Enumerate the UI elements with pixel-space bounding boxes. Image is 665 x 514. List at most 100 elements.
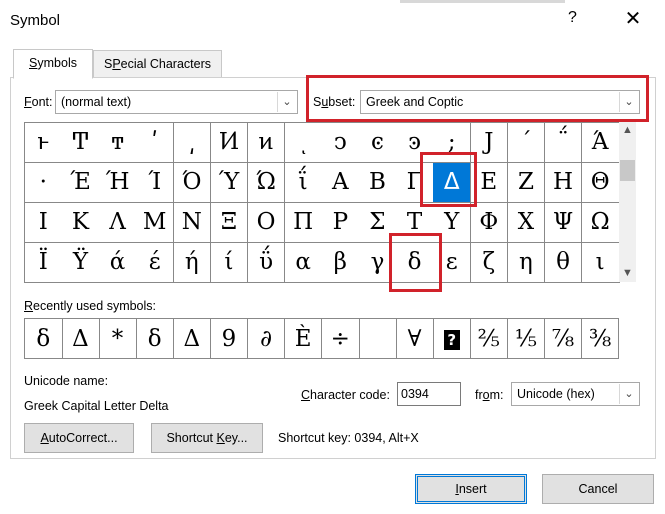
symbol-grid-scrollbar[interactable]: ▲ ▼ xyxy=(619,122,636,282)
recent-symbol-cell[interactable]: 9 xyxy=(210,319,249,359)
symbol-cell-selected[interactable]: Δ xyxy=(433,163,471,203)
symbol-cell[interactable]: Ά xyxy=(581,123,620,163)
symbol-cell[interactable]: γ xyxy=(359,243,397,283)
symbol-cell[interactable]: Σ xyxy=(359,203,397,243)
insert-button[interactable]: Insert xyxy=(415,474,527,504)
symbol-cell[interactable]: ΐ xyxy=(284,163,323,203)
symbol-cell[interactable]: Ο xyxy=(247,203,286,243)
subset-dropdown[interactable]: Greek and Coptic ⌄ xyxy=(360,90,640,114)
symbol-cell[interactable]: Λ xyxy=(99,203,137,243)
symbol-cell[interactable]: Ζ xyxy=(507,163,546,203)
cancel-button[interactable]: Cancel xyxy=(542,474,654,504)
autocorrect-button[interactable]: AutoCorrect... xyxy=(24,423,134,453)
unicode-name-value: Greek Capital Letter Delta xyxy=(24,399,169,413)
symbol-cell[interactable]: · xyxy=(25,163,63,203)
recent-symbol-cell[interactable]: Δ xyxy=(173,319,212,359)
symbol-cell[interactable]: Φ xyxy=(470,203,509,243)
recent-symbol-cell[interactable]: ⅞ xyxy=(544,319,583,359)
symbol-cell[interactable]: ι xyxy=(581,243,620,283)
symbol-cell[interactable]: Β xyxy=(359,163,397,203)
scroll-up-icon[interactable]: ▲ xyxy=(619,122,636,139)
symbol-cell[interactable]: Υ xyxy=(433,203,471,243)
recent-symbol-cell[interactable]: ? xyxy=(433,319,471,359)
recent-symbol-cell[interactable]: ∀ xyxy=(396,319,434,359)
symbol-cell[interactable]: ή xyxy=(173,243,212,283)
symbol-cell[interactable]: Π xyxy=(284,203,323,243)
symbol-cell[interactable]: ʹ xyxy=(136,123,174,163)
font-dropdown[interactable]: (normal text) ⌄ xyxy=(55,90,298,114)
recent-symbol-cell[interactable]: È xyxy=(284,319,323,359)
recent-symbol-cell[interactable]: ⅜ xyxy=(581,319,620,359)
chevron-down-icon[interactable]: ⌄ xyxy=(619,384,638,404)
symbol-cell[interactable]: Χ xyxy=(507,203,546,243)
symbol-cell[interactable]: Ύ xyxy=(210,163,249,203)
recent-symbol-cell[interactable]: * xyxy=(99,319,137,359)
symbol-cell[interactable]: β xyxy=(322,243,360,283)
symbol-cell[interactable]: Ͷ xyxy=(210,123,249,163)
symbol-cell[interactable]: Κ xyxy=(62,203,100,243)
symbol-cell[interactable]: Θ xyxy=(581,163,620,203)
recent-symbol-cell[interactable]: ∂ xyxy=(247,319,286,359)
symbol-cell[interactable]: Ν xyxy=(173,203,212,243)
symbol-cell[interactable]: Μ xyxy=(136,203,174,243)
symbol-cell[interactable]: ͽ xyxy=(396,123,434,163)
recent-symbol-cell[interactable]: Δ xyxy=(62,319,100,359)
symbol-cell[interactable]: ε xyxy=(433,243,471,283)
symbol-cell[interactable]: Έ xyxy=(62,163,100,203)
symbol-cell[interactable]: θ xyxy=(544,243,583,283)
shortcut-key-button[interactable]: Shortcut Key... xyxy=(151,423,263,453)
close-icon[interactable]: ✕ xyxy=(620,6,646,31)
symbol-cell[interactable]: Ό xyxy=(173,163,212,203)
symbol-cell[interactable]: ͵ xyxy=(173,123,212,163)
symbol-cell[interactable]: η xyxy=(507,243,546,283)
symbol-cell[interactable]: Ϋ xyxy=(62,243,100,283)
symbol-cell[interactable]: Ϳ xyxy=(470,123,509,163)
symbol-cell[interactable]: ΰ xyxy=(247,243,286,283)
recent-symbol-cell[interactable]: δ xyxy=(136,319,174,359)
recent-symbol-cell[interactable]: ÷ xyxy=(322,319,360,359)
symbol-cell[interactable]: Ϊ xyxy=(25,243,63,283)
tab-special-characters[interactable]: SPecial Characters xyxy=(93,50,222,78)
from-dropdown[interactable]: Unicode (hex) ⌄ xyxy=(511,382,640,406)
symbol-cell[interactable]: α xyxy=(284,243,323,283)
recent-symbol-cell[interactable]: ⅖ xyxy=(470,319,509,359)
symbol-cell[interactable]: Α xyxy=(322,163,360,203)
symbol-cell[interactable]: ί xyxy=(210,243,249,283)
symbol-cell[interactable]: Ρ xyxy=(322,203,360,243)
character-code-input[interactable]: 0394 xyxy=(397,382,461,406)
symbol-cell[interactable]: δ xyxy=(396,243,434,283)
chevron-down-icon[interactable]: ⌄ xyxy=(277,92,296,112)
symbol-cell[interactable]: Γ xyxy=(396,163,434,203)
symbol-cell[interactable]: ά xyxy=(99,243,137,283)
scrollbar-thumb[interactable] xyxy=(620,160,635,181)
symbol-cell[interactable]: ; xyxy=(433,123,471,163)
symbol-cell[interactable]: ζ xyxy=(470,243,509,283)
symbol-cell[interactable]: ΄ xyxy=(507,123,546,163)
symbol-cell[interactable]: έ xyxy=(136,243,174,283)
recent-symbol-cell[interactable]: ⅕ xyxy=(507,319,546,359)
symbol-cell[interactable]: ͳ xyxy=(99,123,137,163)
recent-symbol-cell[interactable] xyxy=(359,319,397,359)
symbol-cell[interactable]: ͱ xyxy=(25,123,63,163)
symbol-cell[interactable]: ͼ xyxy=(359,123,397,163)
symbol-cell[interactable]: Τ xyxy=(396,203,434,243)
tab-symbols[interactable]: Symbols xyxy=(13,49,93,79)
symbol-cell[interactable]: Η xyxy=(544,163,583,203)
symbol-cell[interactable]: ͻ xyxy=(322,123,360,163)
symbol-cell[interactable]: ͷ xyxy=(247,123,286,163)
recent-symbol-cell[interactable]: δ xyxy=(25,319,63,359)
symbol-cell[interactable]: Ι xyxy=(25,203,63,243)
symbol-cell[interactable]: ΅ xyxy=(544,123,583,163)
symbol-cell[interactable]: Ͳ xyxy=(62,123,100,163)
chevron-down-icon[interactable]: ⌄ xyxy=(619,92,638,112)
symbol-cell[interactable]: Ψ xyxy=(544,203,583,243)
symbol-cell[interactable]: Ε xyxy=(470,163,509,203)
symbol-cell[interactable]: Ή xyxy=(99,163,137,203)
symbol-cell[interactable]: ͺ xyxy=(284,123,323,163)
scroll-down-icon[interactable]: ▼ xyxy=(619,265,636,282)
symbol-cell[interactable]: Ί xyxy=(136,163,174,203)
symbol-cell[interactable]: Ω xyxy=(581,203,620,243)
symbol-cell[interactable]: Ώ xyxy=(247,163,286,203)
symbol-cell[interactable]: Ξ xyxy=(210,203,249,243)
help-icon[interactable]: ? xyxy=(568,9,577,27)
